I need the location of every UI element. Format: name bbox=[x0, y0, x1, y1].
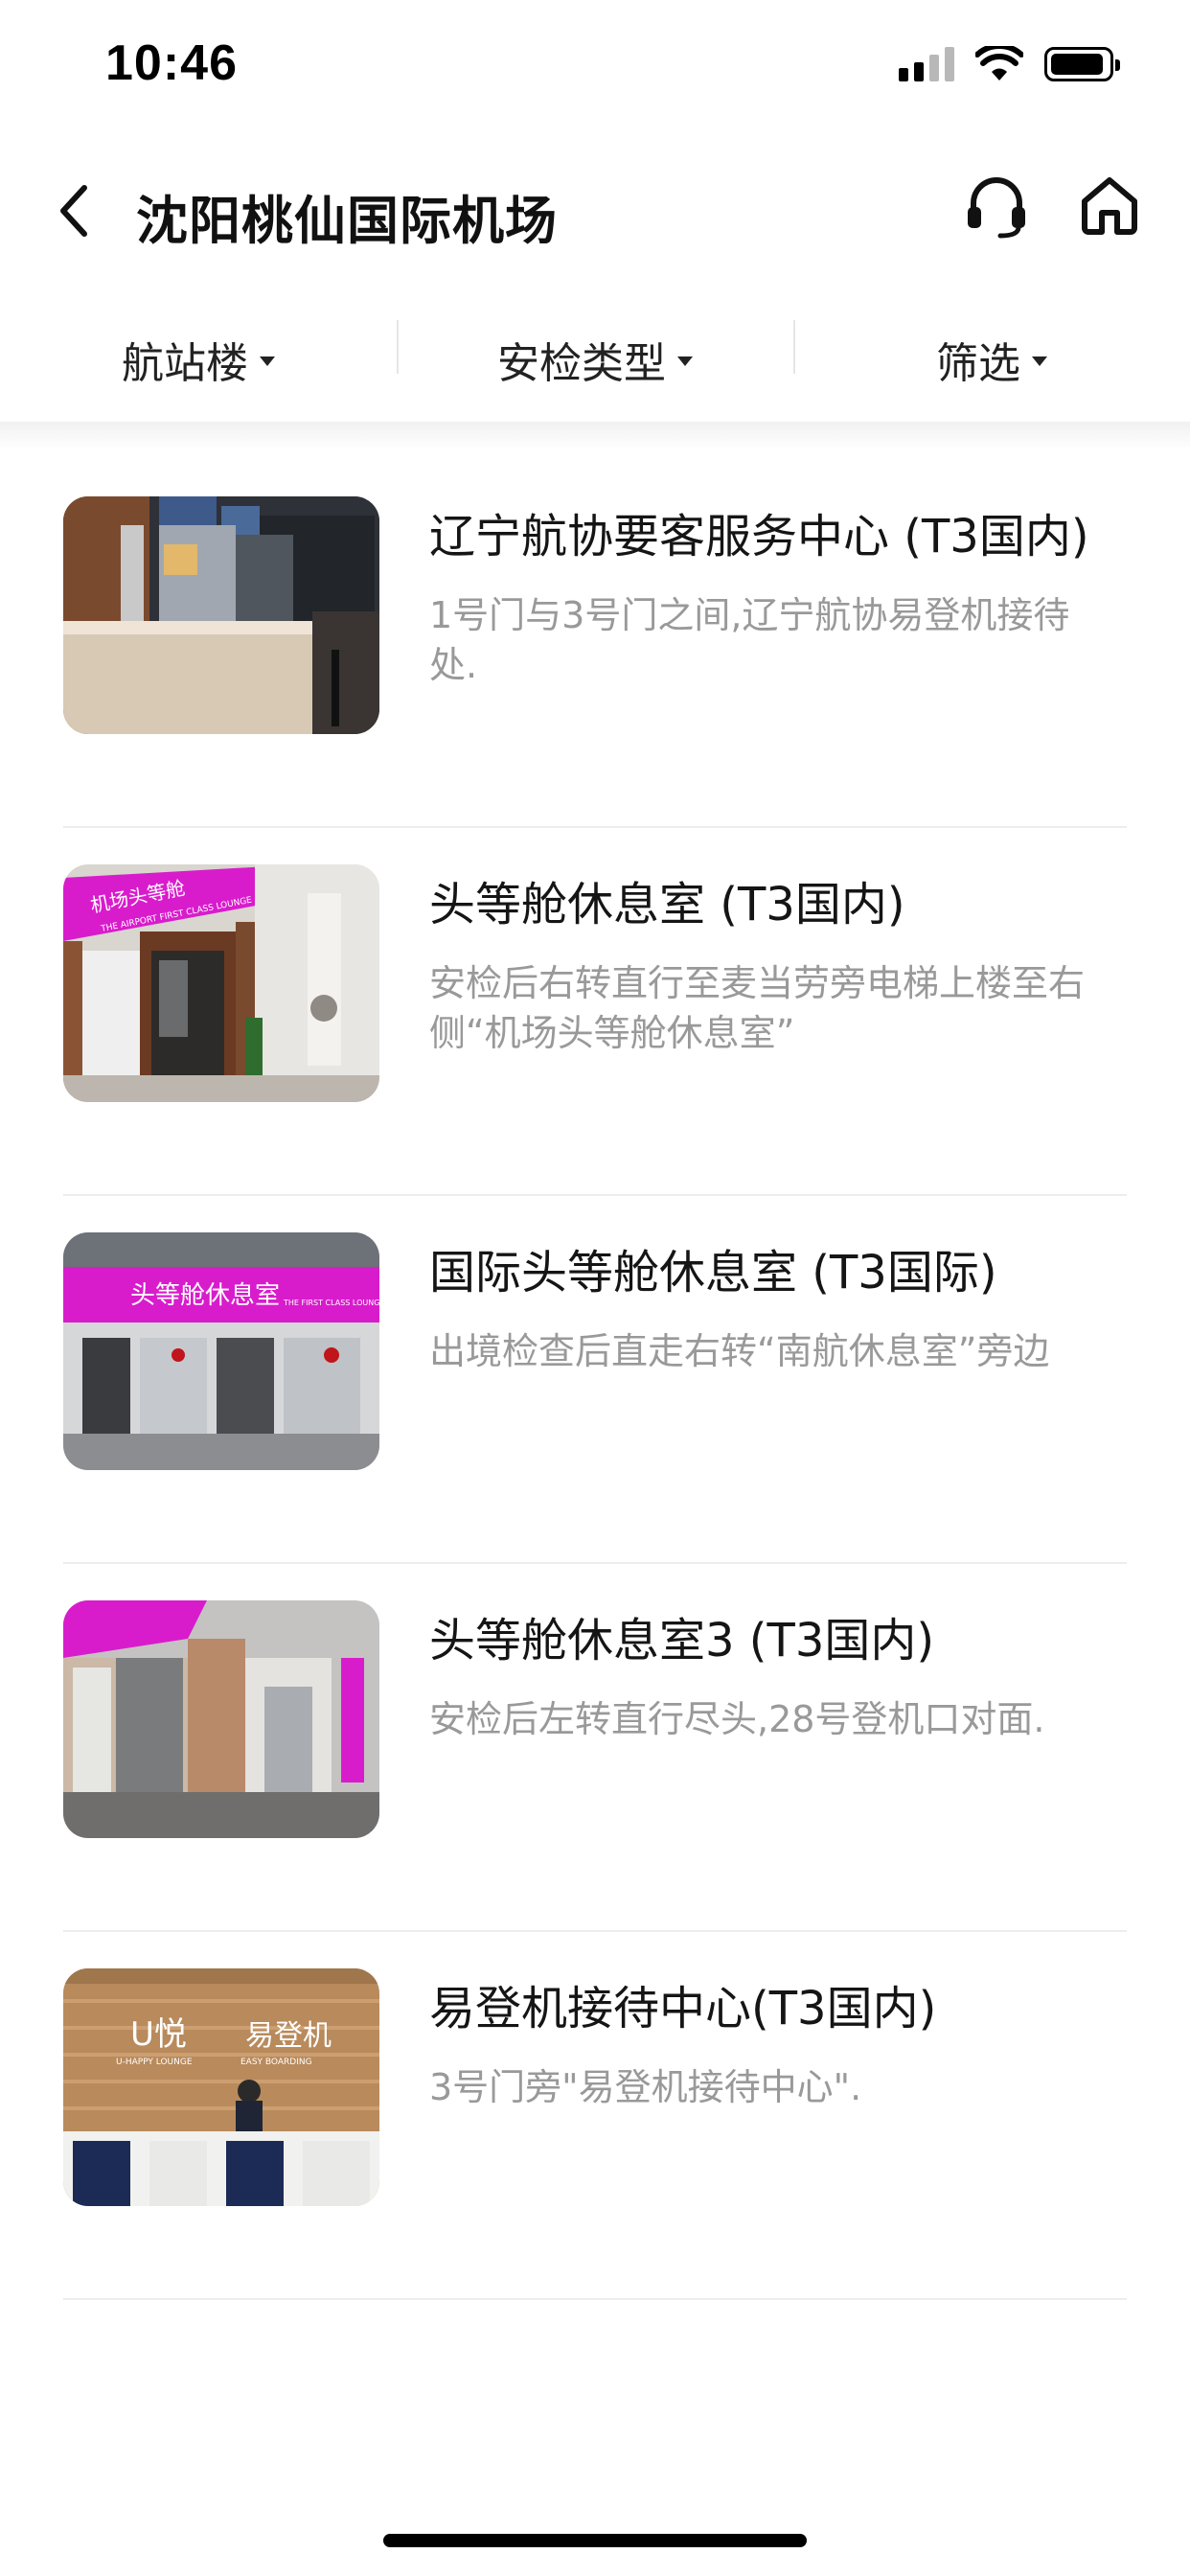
home-button[interactable] bbox=[1071, 167, 1148, 243]
divider bbox=[63, 2298, 1127, 2300]
lounge-description: 出境检查后直走右转“南航休息室”旁边 bbox=[429, 1330, 1050, 1372]
lounge-title: 国际头等舱休息室 (T3国际) bbox=[429, 1246, 997, 1300]
status-icons bbox=[899, 46, 1120, 82]
caret-down-icon bbox=[1032, 356, 1047, 366]
wifi-icon bbox=[975, 46, 1023, 80]
filter-more[interactable]: 筛选 bbox=[793, 297, 1190, 422]
list-item[interactable]: U悦 易登机 U-HAPPY LOUNGE EASY BOARDING 易登机接… bbox=[0, 1932, 1190, 2300]
sign-text: 易登机 bbox=[245, 2019, 332, 2053]
lounge-photo: 头等舱休息室 THE FIRST CLASS LOUNGE bbox=[63, 1232, 379, 1470]
lounge-photo bbox=[63, 1600, 379, 1838]
sign-text-en: EASY BOARDING bbox=[240, 2058, 312, 2067]
chevron-left-icon bbox=[60, 185, 87, 237]
list-item[interactable]: 机场头等舱 THE AIRPORT FIRST CLASS LOUNGE 头等舱… bbox=[0, 828, 1190, 1196]
filter-security-type[interactable]: 安检类型 bbox=[397, 297, 793, 422]
status-bar: 10:46 bbox=[0, 0, 1190, 134]
caret-down-icon bbox=[260, 356, 275, 366]
caret-down-icon bbox=[677, 356, 693, 366]
lounge-description: 1号门与3号门之间,辽宁航协易登机接待处. bbox=[429, 594, 1070, 686]
nav-bar: 沈阳桃仙国际机场 bbox=[0, 144, 1190, 278]
home-icon bbox=[1082, 177, 1137, 235]
lounge-photo: 机场头等舱 THE AIRPORT FIRST CLASS LOUNGE bbox=[63, 864, 379, 1102]
filter-terminal[interactable]: 航站楼 bbox=[0, 297, 397, 422]
list-item[interactable]: 辽宁航协要客服务中心 (T3国内) 1号门与3号门之间,辽宁航协易登机接待处. bbox=[0, 460, 1190, 828]
sign-text-en: THE FIRST CLASS LOUNGE bbox=[283, 1299, 379, 1307]
battery-icon bbox=[1044, 47, 1120, 81]
lounge-title: 头等舱休息室3 (T3国内) bbox=[429, 1614, 935, 1668]
lounge-description: 安检后右转直行至麦当劳旁电梯上楼至右侧“机场头等舱休息室” bbox=[429, 962, 1086, 1054]
lounge-description: 安检后左转直行尽头,28号登机口对面. bbox=[429, 1698, 1045, 1740]
lounge-photo: U悦 易登机 U-HAPPY LOUNGE EASY BOARDING bbox=[63, 1968, 379, 2206]
filter-security-type-label: 安检类型 bbox=[497, 339, 666, 388]
headset-icon bbox=[968, 177, 1025, 239]
lounge-title: 易登机接待中心(T3国内) bbox=[429, 1982, 937, 2036]
filter-more-label: 筛选 bbox=[936, 339, 1020, 388]
home-indicator bbox=[383, 2534, 807, 2547]
list-item[interactable]: 头等舱休息室 THE FIRST CLASS LOUNGE 国际头等舱休息室 (… bbox=[0, 1196, 1190, 1564]
filter-bar: 航站楼 安检类型 筛选 bbox=[0, 297, 1190, 422]
lounge-description: 3号门旁"易登机接待中心". bbox=[429, 2066, 862, 2108]
page-title: 沈阳桃仙国际机场 bbox=[136, 191, 558, 251]
sign-text-en: U-HAPPY LOUNGE bbox=[116, 2058, 193, 2067]
sign-text: U悦 bbox=[130, 2015, 187, 2054]
list-item[interactable]: 头等舱休息室3 (T3国内) 安检后左转直行尽头,28号登机口对面. bbox=[0, 1564, 1190, 1932]
status-time: 10:46 bbox=[105, 35, 238, 91]
sign-text: 头等舱休息室 bbox=[130, 1281, 280, 1310]
lounge-title: 头等舱休息室 (T3国内) bbox=[429, 878, 905, 932]
lounge-title: 辽宁航协要客服务中心 (T3国内) bbox=[429, 510, 1089, 564]
lounge-photo bbox=[63, 496, 379, 734]
back-button[interactable] bbox=[46, 172, 103, 249]
lounge-list: 辽宁航协要客服务中心 (T3国内) 1号门与3号门之间,辽宁航协易登机接待处. … bbox=[0, 460, 1190, 2300]
filter-terminal-label: 航站楼 bbox=[122, 339, 248, 388]
customer-service-button[interactable] bbox=[958, 169, 1035, 245]
filter-shadow bbox=[0, 422, 1190, 450]
cellular-signal-icon bbox=[899, 47, 954, 81]
